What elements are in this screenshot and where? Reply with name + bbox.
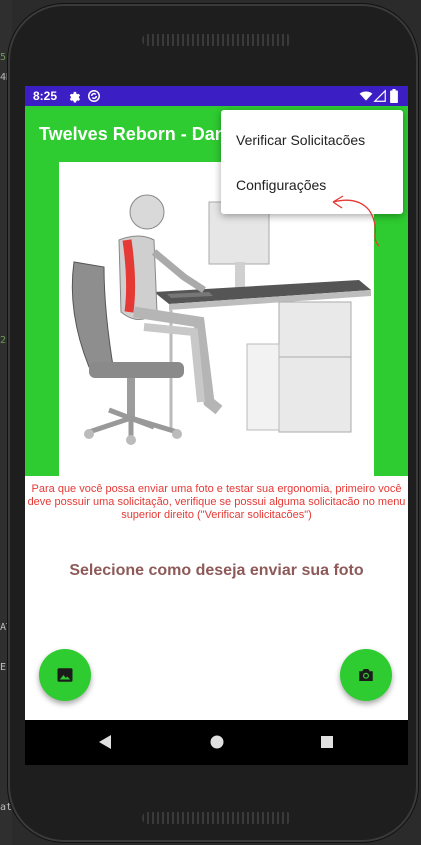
status-time: 8:25 [33,89,58,103]
settings-gear-icon [69,91,81,103]
wifi-icon [359,91,373,101]
home-circle-icon[interactable] [209,734,225,750]
ide-fragment: E [0,662,7,673]
menu-item-configuracoes[interactable]: Configurações [236,177,326,193]
info-message: Para que você possa enviar uma foto e te… [27,483,406,521]
annotation-arrow [332,195,380,247]
bottom-speaker-grille [142,812,292,824]
app-title: Twelves Reborn - Dan [39,124,226,144]
top-speaker-grille [142,34,292,46]
status-bar: 8:25 [25,86,408,106]
back-triangle-icon[interactable] [97,734,113,750]
select-photo-title: Selecione como deseja enviar sua foto [69,562,364,579]
image-icon [57,668,73,682]
recents-square-icon[interactable] [319,734,335,750]
menu-item-verificar-solicitacoes[interactable]: Verificar Solicitacões [236,132,365,148]
cell-signal-icon [373,89,386,102]
battery-icon [390,89,398,103]
camera-icon [359,669,373,681]
ide-fragment: 5 [0,52,7,63]
system-navigation-bar [25,720,408,765]
device-screen: 8:25 Twelves Reborn - Dan Para que você … [25,86,408,765]
gallery-button[interactable] [39,649,91,701]
camera-button[interactable] [340,649,392,701]
sync-circle-icon [88,90,100,102]
